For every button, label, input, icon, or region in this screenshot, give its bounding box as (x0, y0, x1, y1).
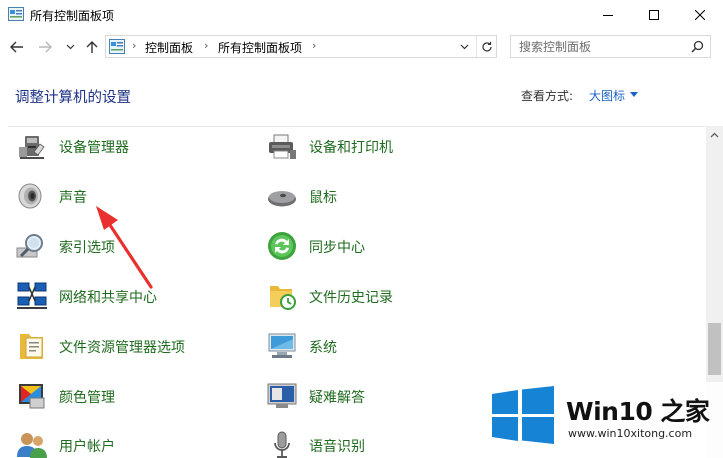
item-devices-and-printers[interactable]: 设备和打印机 (266, 129, 393, 163)
file-history-icon (270, 286, 296, 310)
maximize-icon (649, 10, 659, 20)
speaker-icon (18, 183, 42, 209)
item-file-history[interactable]: 文件历史记录 (266, 279, 393, 313)
color-management-icon (19, 384, 45, 409)
item-label: 文件资源管理器选项 (59, 340, 185, 356)
breadcrumb-control-panel[interactable]: 控制面板 (145, 39, 193, 56)
item-label: 语音识别 (309, 439, 365, 455)
sync-icon (268, 232, 296, 260)
item-indexing-options[interactable]: 索引选项 (16, 229, 115, 263)
network-icon (17, 282, 47, 309)
breadcrumb-separator: › (132, 39, 137, 52)
view-by-label: 查看方式: (521, 89, 574, 103)
window-title: 所有控制面板项 (30, 9, 115, 23)
indexing-icon (16, 234, 43, 258)
close-icon (695, 10, 705, 20)
breadcrumb-all-items[interactable]: 所有控制面板项 (218, 39, 302, 56)
item-color-management[interactable]: 颜色管理 (16, 379, 115, 413)
control-panel-small-icon (109, 39, 125, 54)
device-manager-icon (19, 136, 45, 159)
back-arrow-icon (10, 41, 23, 53)
item-label: 同步中心 (309, 240, 365, 256)
printer-icon (269, 134, 296, 159)
item-label: 颜色管理 (59, 390, 115, 406)
refresh-button[interactable] (476, 36, 496, 57)
item-label: 索引选项 (59, 240, 115, 256)
forward-arrow-icon (39, 41, 52, 53)
title-bar: 所有控制面板项 (0, 0, 723, 30)
scroll-thumb[interactable] (708, 323, 721, 375)
item-sound[interactable]: 声音 (16, 179, 87, 213)
item-label: 网络和共享中心 (59, 290, 157, 306)
user-accounts-icon (17, 433, 47, 458)
item-label: 系统 (309, 340, 337, 356)
item-label: 文件历史记录 (309, 290, 393, 306)
item-system[interactable]: 系统 (266, 329, 337, 363)
page-title: 调整计算机的设置 (15, 90, 131, 106)
item-network-sharing-center[interactable]: 网络和共享中心 (16, 279, 157, 313)
item-sync-center[interactable]: 同步中心 (266, 229, 365, 263)
mouse-icon (268, 191, 296, 207)
scroll-up-button[interactable] (706, 126, 723, 143)
chevron-down-icon (66, 44, 74, 50)
control-panel-app-icon (8, 7, 24, 21)
folder-options-icon (20, 334, 43, 359)
up-button[interactable] (82, 38, 102, 56)
microphone-icon (274, 431, 290, 458)
troubleshooting-icon (267, 383, 297, 408)
watermark-site: www.win10xitong.com (568, 427, 693, 440)
breadcrumb-separator: › (312, 39, 317, 52)
item-device-manager[interactable]: 设备管理器 (16, 129, 129, 163)
minimize-icon (603, 15, 613, 16)
item-user-accounts[interactable]: 用户帐户 (16, 428, 115, 458)
view-by-dropdown[interactable]: 大图标 (589, 87, 625, 104)
forward-button[interactable] (35, 38, 55, 56)
refresh-icon (481, 41, 492, 52)
close-button[interactable] (677, 0, 723, 30)
search-box[interactable] (510, 35, 711, 58)
chevron-up-icon (710, 132, 719, 137)
item-label: 疑难解答 (309, 390, 365, 406)
minimize-button[interactable] (585, 0, 631, 30)
search-input[interactable] (519, 39, 679, 55)
chevron-down-icon (460, 44, 468, 49)
item-speech-recognition[interactable]: 语音识别 (266, 428, 365, 458)
search-icon (691, 40, 704, 53)
item-label: 用户帐户 (59, 439, 115, 455)
address-bar[interactable]: › 控制面板 › 所有控制面板项 › (105, 35, 497, 58)
breadcrumb-separator: › (204, 39, 209, 52)
up-arrow-icon (86, 41, 98, 53)
system-icon (268, 333, 296, 358)
windows-logo-icon (492, 386, 554, 444)
item-label: 声音 (59, 190, 87, 206)
recent-locations-button[interactable] (60, 38, 80, 56)
item-label: 鼠标 (309, 190, 337, 206)
chevron-down-icon[interactable] (630, 92, 638, 97)
maximize-button[interactable] (631, 0, 677, 30)
item-troubleshooting[interactable]: 疑难解答 (266, 379, 365, 413)
item-label: 设备和打印机 (309, 140, 393, 156)
item-label: 设备管理器 (59, 140, 129, 156)
item-mouse[interactable]: 鼠标 (266, 179, 337, 213)
watermark-title: Win10 之家 (566, 397, 710, 426)
item-file-explorer-options[interactable]: 文件资源管理器选项 (16, 329, 185, 363)
address-dropdown-button[interactable] (454, 36, 474, 57)
back-button[interactable] (7, 38, 27, 56)
header-divider (8, 126, 706, 127)
